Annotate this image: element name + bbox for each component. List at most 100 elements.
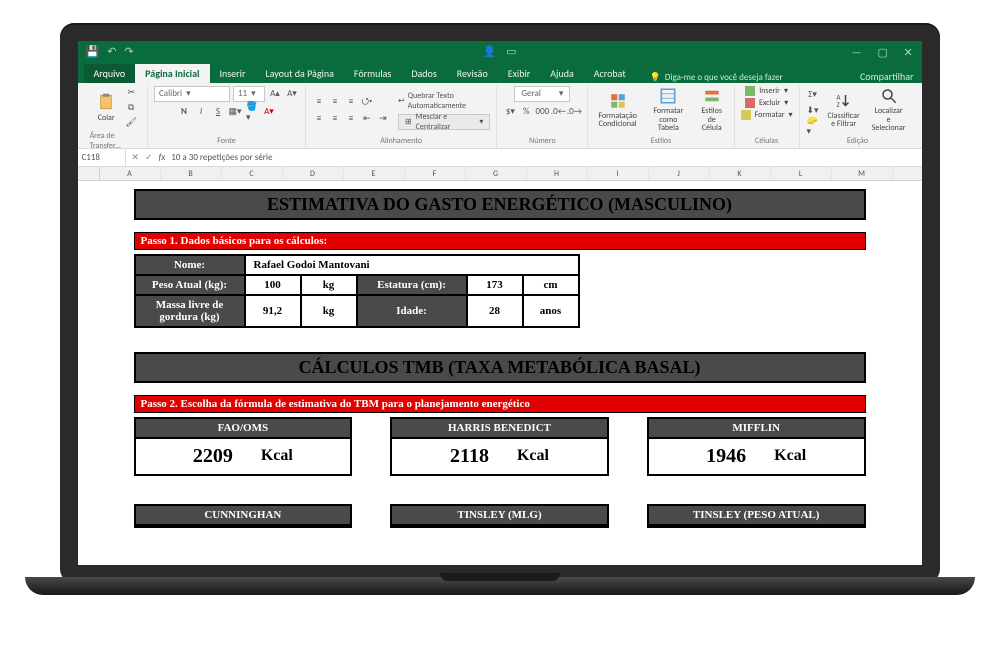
peso-unit: kg bbox=[301, 275, 357, 295]
align-bottom-icon[interactable]: ≡ bbox=[344, 95, 358, 109]
save-icon[interactable]: 💾 bbox=[86, 45, 100, 58]
italic-icon[interactable]: I bbox=[194, 105, 208, 119]
massa-label: Massa livre de gordura (kg) bbox=[135, 295, 245, 327]
tab-help[interactable]: Ajuda bbox=[540, 64, 583, 83]
increase-indent-icon[interactable]: ⇥ bbox=[376, 112, 390, 126]
nome-value[interactable]: Rafael Godoi Mantovani bbox=[245, 255, 579, 275]
format-cells-button[interactable]: Formatar▾ bbox=[741, 110, 793, 120]
peso-value[interactable]: 100 bbox=[245, 275, 301, 295]
tab-data[interactable]: Dados bbox=[401, 64, 446, 83]
idade-value[interactable]: 28 bbox=[467, 295, 523, 327]
redo-icon[interactable]: ↷ bbox=[124, 45, 133, 58]
paste-button[interactable]: Colar bbox=[92, 91, 120, 125]
col-header[interactable]: B bbox=[161, 167, 222, 180]
tmb-unit: Kcal bbox=[517, 447, 549, 465]
bold-icon[interactable]: N bbox=[177, 105, 191, 119]
wrap-text-label[interactable]: Quebrar Texto Automaticamente bbox=[408, 91, 491, 111]
col-header[interactable]: K bbox=[710, 167, 771, 180]
fill-color-icon[interactable]: 🪣▾ bbox=[245, 105, 259, 119]
col-header[interactable]: J bbox=[649, 167, 710, 180]
increase-decimal-icon[interactable]: .0← bbox=[551, 105, 565, 119]
close-icon[interactable]: ✕ bbox=[904, 46, 916, 58]
find-select-button[interactable]: Localizar e Selecionar bbox=[868, 87, 910, 132]
grow-font-icon[interactable]: A▴ bbox=[268, 87, 282, 101]
border-icon[interactable]: ▦▾ bbox=[228, 105, 242, 119]
tab-insert[interactable]: Inserir bbox=[210, 64, 256, 83]
col-header[interactable]: G bbox=[466, 167, 527, 180]
tab-home[interactable]: Página Inicial bbox=[135, 64, 209, 83]
col-header[interactable]: L bbox=[771, 167, 832, 180]
tmb-name: CUNNINGHAN bbox=[136, 506, 351, 526]
align-top-icon[interactable]: ≡ bbox=[312, 95, 326, 109]
tab-acrobat[interactable]: Acrobat bbox=[584, 64, 636, 83]
name-box[interactable]: C118 bbox=[78, 149, 126, 166]
copy-icon[interactable]: ⧉ bbox=[124, 101, 138, 115]
svg-text:Z: Z bbox=[836, 101, 839, 109]
ribbon-options-icon[interactable]: ▭ bbox=[506, 45, 516, 58]
formula-input[interactable]: 10 a 30 repetições por série bbox=[171, 152, 272, 163]
massa-value[interactable]: 91,2 bbox=[245, 295, 301, 327]
number-format-combo[interactable]: Geral▾ bbox=[514, 86, 570, 102]
cell-styles-button[interactable]: Estilos de Célula bbox=[696, 87, 728, 132]
title-band-1: ESTIMATIVA DO GASTO ENERGÉTICO (MASCULIN… bbox=[134, 189, 866, 220]
cut-icon[interactable]: ✂ bbox=[124, 86, 138, 100]
tmb-box: CUNNINGHAN bbox=[134, 504, 353, 528]
align-middle-icon[interactable]: ≡ bbox=[328, 95, 342, 109]
clear-icon[interactable]: 🧽▾ bbox=[806, 119, 820, 133]
orientation-icon[interactable]: ⭯▾ bbox=[360, 95, 374, 109]
worksheet[interactable]: ESTIMATIVA DO GASTO ENERGÉTICO (MASCULIN… bbox=[78, 181, 922, 565]
wrap-text-icon[interactable]: ↩ bbox=[398, 96, 405, 106]
delete-cells-button[interactable]: Excluir▾ bbox=[745, 98, 788, 108]
decrease-indent-icon[interactable]: ⇤ bbox=[360, 112, 374, 126]
format-as-table-button[interactable]: Formatar como Tabela bbox=[645, 87, 692, 132]
align-left-icon[interactable]: ≡ bbox=[312, 112, 326, 126]
percent-icon[interactable]: % bbox=[519, 105, 533, 119]
minimize-icon[interactable]: — bbox=[852, 46, 864, 58]
autosum-icon[interactable]: Σ▾ bbox=[806, 87, 820, 101]
col-header[interactable]: H bbox=[527, 167, 588, 180]
col-header[interactable]: C bbox=[222, 167, 283, 180]
select-all-corner[interactable] bbox=[78, 167, 100, 180]
tab-review[interactable]: Revisão bbox=[447, 64, 498, 83]
tab-formulas[interactable]: Fórmulas bbox=[344, 64, 401, 83]
align-right-icon[interactable]: ≡ bbox=[344, 112, 358, 126]
currency-icon[interactable]: $▾ bbox=[503, 105, 517, 119]
undo-icon[interactable]: ↶ bbox=[107, 45, 116, 58]
col-header[interactable]: A bbox=[100, 167, 161, 180]
col-header[interactable]: D bbox=[283, 167, 344, 180]
align-center-icon[interactable]: ≡ bbox=[328, 112, 342, 126]
tell-me-search[interactable]: 💡 Diga-me o que você deseja fazer bbox=[650, 72, 783, 83]
cancel-formula-icon[interactable]: ✕ bbox=[132, 152, 140, 163]
idade-label: Idade: bbox=[357, 295, 467, 327]
col-header[interactable]: I bbox=[588, 167, 649, 180]
comma-icon[interactable]: 000 bbox=[535, 105, 549, 119]
shrink-font-icon[interactable]: A▾ bbox=[285, 87, 299, 101]
merge-center-button[interactable]: ⊞ Mesclar e Centralizar▾ bbox=[398, 114, 490, 130]
tab-view[interactable]: Exibir bbox=[498, 64, 541, 83]
col-header[interactable]: E bbox=[344, 167, 405, 180]
tmb-unit: Kcal bbox=[261, 447, 293, 465]
font-color-icon[interactable]: A▾ bbox=[262, 105, 276, 119]
col-header[interactable]: M bbox=[832, 167, 893, 180]
conditional-formatting-button[interactable]: Formatação Condicional bbox=[594, 92, 641, 129]
estatura-value[interactable]: 173 bbox=[467, 275, 523, 295]
share-button[interactable]: Compartilhar bbox=[860, 70, 914, 83]
tab-page-layout[interactable]: Layout da Página bbox=[255, 64, 343, 83]
font-name-combo[interactable]: Calibri▾ bbox=[154, 86, 230, 102]
tab-file[interactable]: Arquivo bbox=[84, 64, 136, 83]
step-1-header: Passo 1. Dados básicos para os cálculos: bbox=[134, 232, 866, 250]
format-painter-icon[interactable]: 🖌 bbox=[124, 116, 138, 130]
sort-filter-button[interactable]: AZ Classificar e Filtrar bbox=[824, 92, 864, 129]
accept-formula-icon[interactable]: ✓ bbox=[145, 152, 153, 163]
underline-icon[interactable]: S bbox=[211, 105, 225, 119]
account-icon[interactable]: 👤 bbox=[482, 45, 496, 58]
lightbulb-icon: 💡 bbox=[650, 72, 661, 83]
maximize-icon[interactable]: ▢ bbox=[878, 46, 890, 58]
col-header[interactable]: F bbox=[405, 167, 466, 180]
group-styles-label: Estilos bbox=[651, 135, 672, 148]
insert-cells-button[interactable]: Inserir▾ bbox=[745, 86, 788, 96]
basic-data-table: Nome: Rafael Godoi Mantovani Peso Atual … bbox=[134, 254, 580, 328]
fx-icon[interactable]: fx bbox=[159, 152, 166, 163]
font-size-combo[interactable]: 11▾ bbox=[233, 86, 265, 102]
decrease-decimal-icon[interactable]: .0→ bbox=[567, 105, 581, 119]
